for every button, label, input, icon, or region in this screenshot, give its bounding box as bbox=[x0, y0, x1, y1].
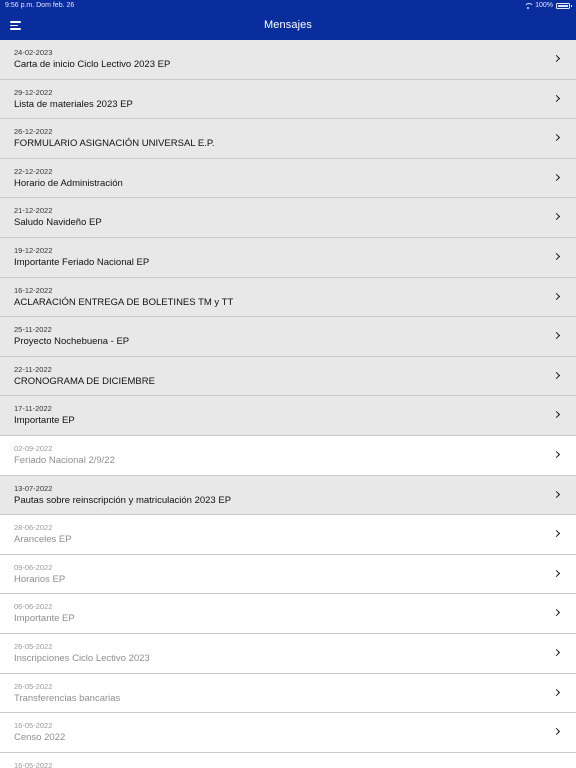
message-date: 21-12-2022 bbox=[14, 206, 53, 216]
chevron-right-icon bbox=[552, 411, 561, 419]
chevron-right-icon bbox=[552, 728, 561, 736]
chevron-right-icon bbox=[552, 490, 561, 498]
message-title: Censo 2022 bbox=[14, 732, 66, 744]
chevron-right-icon bbox=[552, 213, 561, 221]
message-date: 29-12-2022 bbox=[14, 87, 53, 97]
message-title: Importante EP bbox=[14, 613, 75, 625]
message-list-item[interactable]: 26-05-2022 Inscripciones Ciclo Lectivo 20… bbox=[0, 633, 576, 674]
message-list-item[interactable]: 02-09-2022 Feriado Nacional 2/9/22 bbox=[0, 435, 576, 476]
message-title: ACLARACIÓN ENTREGA DE BOLETINES TM y TT bbox=[14, 296, 234, 308]
chevron-right-icon bbox=[552, 688, 561, 696]
chevron-right-icon bbox=[552, 173, 561, 181]
message-title: Pautas sobre reinscripción y matriculaci… bbox=[14, 494, 232, 506]
chevron-right-icon bbox=[552, 54, 561, 63]
message-date: 06-06-2022 bbox=[14, 602, 53, 612]
message-date: 24-02-2023 bbox=[14, 48, 53, 57]
wifi-icon bbox=[524, 3, 535, 9]
message-date: 16-12-2022 bbox=[14, 285, 53, 295]
message-title: Transferencias bancarias bbox=[14, 692, 121, 704]
chevron-right-icon bbox=[552, 569, 561, 577]
message-list-item[interactable]: 28-06-2022 Aranceles EP bbox=[0, 515, 576, 555]
message-title: Horarios EP bbox=[14, 573, 66, 585]
message-date: 02-09-2022 bbox=[14, 443, 53, 453]
message-list-item[interactable]: 26-12-2022 FORMULARIO ASIGNACIÓN UNIVERSA… bbox=[0, 119, 576, 159]
message-date: 09-06-2022 bbox=[14, 562, 53, 572]
message-list-item[interactable]: 16-05-2022 Censo 2022 bbox=[0, 713, 576, 753]
message-list-item[interactable]: 09-06-2022 Horarios EP bbox=[0, 554, 576, 595]
chevron-right-icon bbox=[552, 609, 561, 617]
message-title: Inscripciones Ciclo Lectivo 2023 bbox=[14, 652, 150, 664]
message-title: CRONOGRAMA DE DICIEMBRE bbox=[14, 375, 155, 387]
message-list-item[interactable]: 24-02-2023 Carta de inicio Ciclo Lectivo … bbox=[0, 40, 576, 80]
message-title: Feriado Nacional 2/9/22 bbox=[14, 454, 115, 466]
message-date: 25-11-2022 bbox=[14, 325, 52, 335]
message-date: 16-05-2022 bbox=[14, 760, 53, 768]
message-title: Aranceles EP bbox=[14, 534, 72, 546]
chevron-right-icon bbox=[552, 134, 561, 142]
message-date: 26-12-2022 bbox=[14, 127, 53, 137]
message-title: Proyecto Nochebuena - EP bbox=[14, 336, 130, 348]
message-list-item[interactable]: 21-12-2022 Saludo Navideño EP bbox=[0, 198, 576, 238]
message-title: Carta de inicio Ciclo Lectivo 2023 EP bbox=[14, 59, 171, 70]
message-date: 28-06-2022 bbox=[14, 523, 53, 533]
page-title: Mensajes bbox=[264, 19, 312, 31]
message-list-item[interactable]: 16-12-2022 ACLARACIÓN ENTREGA DE BOLETINE… bbox=[0, 277, 576, 318]
message-list-item[interactable]: 25-11-2022 Proyecto Nochebuena - EP bbox=[0, 317, 576, 357]
chevron-right-icon bbox=[552, 292, 561, 300]
message-date: 17-11-2022 bbox=[14, 404, 52, 414]
message-date: 22-11-2022 bbox=[14, 364, 52, 374]
battery-icon bbox=[556, 3, 572, 9]
message-list-item[interactable]: 17-11-2022 Importante EP bbox=[0, 396, 576, 436]
chevron-right-icon bbox=[552, 94, 561, 102]
message-list-item[interactable]: 26-05-2022 Transferencias bancarias bbox=[0, 673, 576, 714]
message-title: FORMULARIO ASIGNACIÓN UNIVERSAL E.P. bbox=[14, 138, 215, 150]
chevron-right-icon bbox=[552, 371, 561, 379]
message-list-item[interactable]: 19-12-2022 Importante Feriado Nacional EP bbox=[0, 237, 576, 278]
message-title: Lista de materiales 2023 EP bbox=[14, 98, 133, 110]
message-list-item[interactable]: 13-07-2022 Pautas sobre reinscripción y m… bbox=[0, 475, 576, 516]
message-list-item[interactable]: 29-12-2022 Lista de materiales 2023 EP bbox=[0, 79, 576, 120]
chevron-right-icon bbox=[552, 252, 561, 261]
message-title: Horario de Administración bbox=[14, 177, 123, 189]
message-list-item[interactable]: 06-06-2022 Importante EP bbox=[0, 594, 576, 634]
message-title: Importante Feriado Nacional EP bbox=[14, 256, 150, 268]
status-indicators: 100% bbox=[524, 0, 572, 12]
message-list[interactable]: 24-02-2023 Carta de inicio Ciclo Lectivo … bbox=[0, 40, 576, 768]
message-list-item[interactable]: 22-11-2022 CRONOGRAMA DE DICIEMBRE bbox=[0, 356, 576, 397]
message-list-item[interactable]: 16-05-2022 bbox=[0, 752, 576, 768]
chevron-right-icon bbox=[552, 530, 561, 538]
chevron-right-icon bbox=[552, 332, 561, 340]
message-title: Saludo Navideño EP bbox=[14, 217, 102, 229]
message-date: 13-07-2022 bbox=[14, 483, 53, 493]
message-date: 26-05-2022 bbox=[14, 681, 53, 691]
chevron-right-icon bbox=[552, 450, 561, 458]
battery-percent: 100% bbox=[535, 2, 553, 9]
message-list-item[interactable]: 22-12-2022 Horario de Administración bbox=[0, 158, 576, 199]
app-header: 9:56 p.m. Dom feb. 26 100% Mensajes bbox=[0, 0, 576, 40]
message-date: 16-05-2022 bbox=[14, 721, 53, 731]
message-date: 19-12-2022 bbox=[14, 245, 53, 255]
message-date: 26-05-2022 bbox=[14, 641, 53, 651]
status-bar: 9:56 p.m. Dom feb. 26 100% bbox=[0, 0, 576, 12]
chevron-right-icon bbox=[552, 648, 561, 656]
message-date: 22-12-2022 bbox=[14, 166, 53, 176]
status-time-date: 9:56 p.m. Dom feb. 26 bbox=[5, 2, 75, 9]
message-title: Importante EP bbox=[14, 415, 75, 427]
